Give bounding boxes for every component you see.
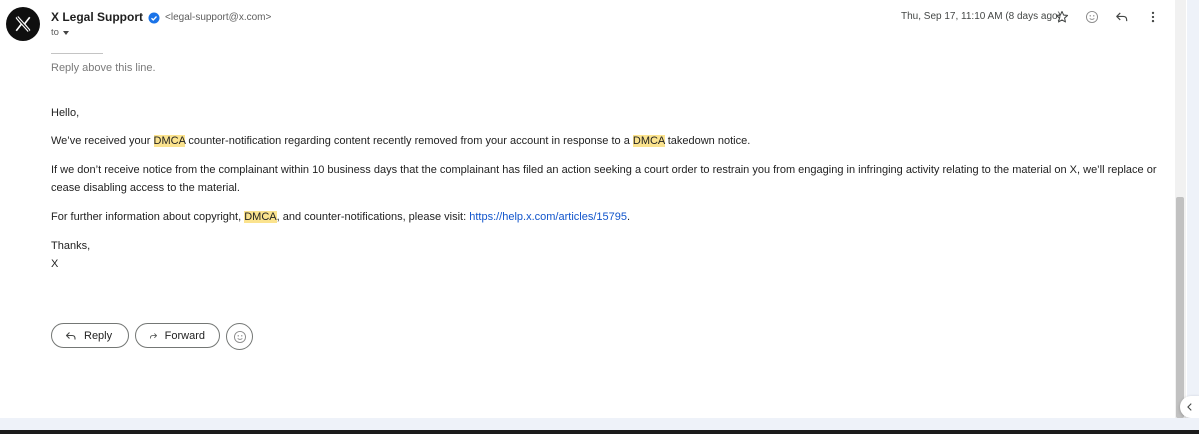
star-icon[interactable] <box>1054 9 1070 25</box>
paragraph-1-text: We’ve received your <box>51 135 154 147</box>
forward-button-label: Forward <box>164 329 205 342</box>
sender-avatar[interactable] <box>6 7 40 41</box>
more-vert-icon[interactable] <box>1145 9 1161 25</box>
paragraph-1: We’ve received your DMCA counter-notific… <box>51 132 750 150</box>
reply-above-line: Reply above this line. <box>51 62 156 74</box>
forward-button[interactable]: Forward <box>135 323 220 348</box>
highlight-term: DMCA <box>244 211 277 223</box>
emoji-icon[interactable] <box>1084 9 1100 25</box>
scrollbar-thumb[interactable] <box>1176 197 1184 418</box>
paragraph-3-text: . <box>626 211 631 223</box>
sender-line: X Legal Support <legal-support@x.com> <box>51 10 271 24</box>
sender-email: <legal-support@x.com> <box>165 11 272 23</box>
chevron-down-icon <box>62 30 69 35</box>
to-label: to <box>51 27 59 38</box>
recipient-details-toggle[interactable]: to <box>51 27 69 38</box>
emoji-icon <box>233 330 246 343</box>
chevron-left-icon <box>1187 403 1192 411</box>
paragraph-3-text: For further information about copyright, <box>51 211 245 223</box>
signature: X <box>51 258 59 270</box>
paragraph-2: If we don’t receive notice from the comp… <box>51 164 1157 194</box>
x-logo-icon <box>15 16 31 32</box>
reply-button[interactable]: Reply <box>51 323 129 348</box>
bottom-edge <box>0 430 1199 434</box>
reply-icon[interactable] <box>1114 9 1130 25</box>
emoji-reaction-button[interactable] <box>226 323 253 350</box>
forward-icon <box>150 332 157 339</box>
paragraph-1-text: takedown notice. <box>664 135 751 147</box>
quote-divider <box>51 53 103 54</box>
side-panel-toggle-button[interactable] <box>1180 396 1199 418</box>
greeting: Hello, <box>51 107 80 119</box>
bottom-band <box>0 418 1199 430</box>
highlight-term: DMCA <box>632 135 665 147</box>
help-article-link[interactable]: https://help.x.com/articles/15795 <box>469 211 627 223</box>
sender-name[interactable]: X Legal Support <box>51 10 143 24</box>
message-datetime: Thu, Sep 17, 11:10 AM (8 days ago) <box>901 11 1061 22</box>
paragraph-1-text: counter-notification regarding content r… <box>185 135 633 147</box>
paragraph-3-text: , and counter-notifications, please visi… <box>276 211 470 223</box>
side-panel-strip <box>1187 0 1199 418</box>
paragraph-3: For further information about copyright,… <box>51 208 630 226</box>
signoff: Thanks, <box>51 240 91 252</box>
reply-icon <box>65 331 76 339</box>
verified-badge-icon <box>148 11 160 24</box>
reply-button-label: Reply <box>84 329 113 342</box>
highlight-term: DMCA <box>153 135 186 147</box>
